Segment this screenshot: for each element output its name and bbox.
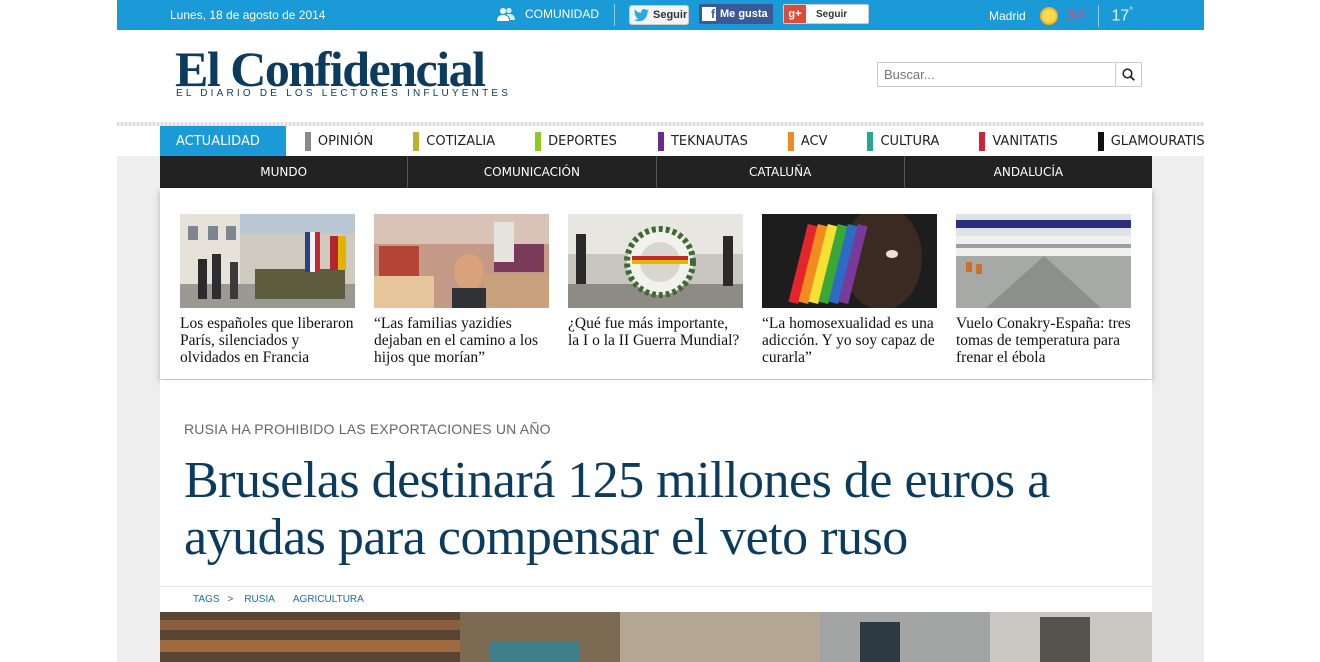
site-header: El Confidencial EL DIARIO DE LOS LECTORE… <box>117 30 1204 122</box>
story-title[interactable]: Vuelo Conakry-España: tres tomas de temp… <box>956 315 1131 366</box>
facebook-like-button[interactable]: f Me gusta <box>699 4 773 24</box>
nav-item-opinion[interactable]: OPINIÓN <box>304 126 373 156</box>
community-link[interactable]: COMUNIDAD <box>497 7 599 21</box>
main-article: RUSIA HA PROHIBIDO LAS EXPORTACIONES UN … <box>160 380 1152 662</box>
story-image[interactable] <box>568 214 743 308</box>
search-box <box>877 62 1142 87</box>
nav-item-glamouratis[interactable]: GLAMOURATIS <box>1097 126 1205 156</box>
story-card[interactable]: “Las familias yazidíes dejaban en el cam… <box>374 214 549 366</box>
nav-item-vanitatis[interactable]: VANITATIS <box>979 126 1058 156</box>
article-headline[interactable]: Bruselas destinará 125 millones de euros… <box>184 452 1124 566</box>
tag-link-rusia[interactable]: RUSIA <box>244 594 275 605</box>
sub-nav: MUNDO COMUNICACIÓN CATALUÑA ANDALUCÍA <box>160 156 1152 188</box>
weather-city: Madrid <box>989 9 1026 23</box>
twitter-bird-icon <box>634 9 649 21</box>
nav-item-actualidad[interactable]: ACTUALIDAD <box>160 126 286 156</box>
facebook-icon: f <box>702 7 716 21</box>
story-title[interactable]: ¿Qué fue más importante, la I o la II Gu… <box>568 315 743 349</box>
article-main-image <box>160 612 1152 662</box>
community-icon <box>497 7 515 21</box>
divider <box>614 4 615 26</box>
nav-item-teknautas[interactable]: TEKNAUTAS <box>657 126 748 156</box>
subnav-item-comunicacion[interactable]: COMUNICACIÓN <box>408 156 657 188</box>
story-card[interactable]: ¿Qué fue más importante, la I o la II Gu… <box>568 214 743 349</box>
story-image[interactable] <box>180 214 355 308</box>
main-nav: ACTUALIDAD OPINIÓN COTIZALIA DEPORTES TE… <box>160 126 1205 156</box>
search-icon <box>1122 68 1135 81</box>
story-image[interactable] <box>956 214 1131 308</box>
google-plus-follow-button[interactable]: g+ Seguir <box>783 4 869 24</box>
stories-dropdown: Los españoles que liberaron París, silen… <box>160 188 1152 379</box>
story-card[interactable]: Vuelo Conakry-España: tres tomas de temp… <box>956 214 1131 366</box>
weather-widget: Madrid 34° 17° <box>989 5 1133 27</box>
story-image[interactable] <box>762 214 937 308</box>
story-card[interactable]: Los españoles que liberaron París, silen… <box>180 214 355 366</box>
nav-item-cotizalia[interactable]: COTIZALIA <box>413 126 495 156</box>
twitter-follow-label: Seguir <box>653 9 688 21</box>
subnav-item-cataluna[interactable]: CATALUÑA <box>657 156 905 188</box>
sun-icon <box>1039 7 1058 25</box>
google-plus-icon: g+ <box>784 5 806 23</box>
main-nav-wrapper: ACTUALIDAD OPINIÓN COTIZALIA DEPORTES TE… <box>117 126 1205 156</box>
temperature-high: 34° <box>1066 6 1089 25</box>
tags-bar: TAGS > RUSIA AGRICULTURA <box>160 586 1152 612</box>
article-kicker: RUSIA HA PROHIBIDO LAS EXPORTACIONES UN … <box>184 421 551 437</box>
story-title[interactable]: “La homosexualidad es una adicción. Y yo… <box>762 315 937 366</box>
tags-separator: > <box>227 594 234 605</box>
story-image[interactable] <box>374 214 549 308</box>
page: Lunes, 18 de agosto de 2014 COMUNIDAD Se… <box>117 0 1205 662</box>
search-input[interactable] <box>878 63 1116 86</box>
twitter-follow-button[interactable]: Seguir <box>629 5 689 25</box>
nav-item-deportes[interactable]: DEPORTES <box>535 126 617 156</box>
nav-item-acv[interactable]: ACV <box>787 126 827 156</box>
nav-item-cultura[interactable]: CULTURA <box>867 126 939 156</box>
subnav-item-andalucia[interactable]: ANDALUCÍA <box>905 156 1152 188</box>
tag-link-agricultura[interactable]: AGRICULTURA <box>293 594 364 605</box>
search-button[interactable] <box>1115 63 1141 86</box>
facebook-like-label: Me gusta <box>720 8 768 20</box>
tags-label: TAGS <box>193 594 220 605</box>
temperature-low: 17° <box>1111 6 1134 25</box>
story-title[interactable]: Los españoles que liberaron París, silen… <box>180 315 355 366</box>
story-card[interactable]: “La homosexualidad es una adicción. Y yo… <box>762 214 937 366</box>
google-plus-label: Seguir <box>816 8 848 20</box>
divider <box>1098 5 1100 27</box>
community-label: COMUNIDAD <box>525 7 599 21</box>
site-tagline: EL DIARIO DE LOS LECTORES INFLUYENTES <box>176 88 512 99</box>
top-bar: Lunes, 18 de agosto de 2014 COMUNIDAD Se… <box>117 0 1204 30</box>
current-date: Lunes, 18 de agosto de 2014 <box>170 8 326 22</box>
story-title[interactable]: “Las familias yazidíes dejaban en el cam… <box>374 315 549 366</box>
subnav-item-mundo[interactable]: MUNDO <box>160 156 409 188</box>
